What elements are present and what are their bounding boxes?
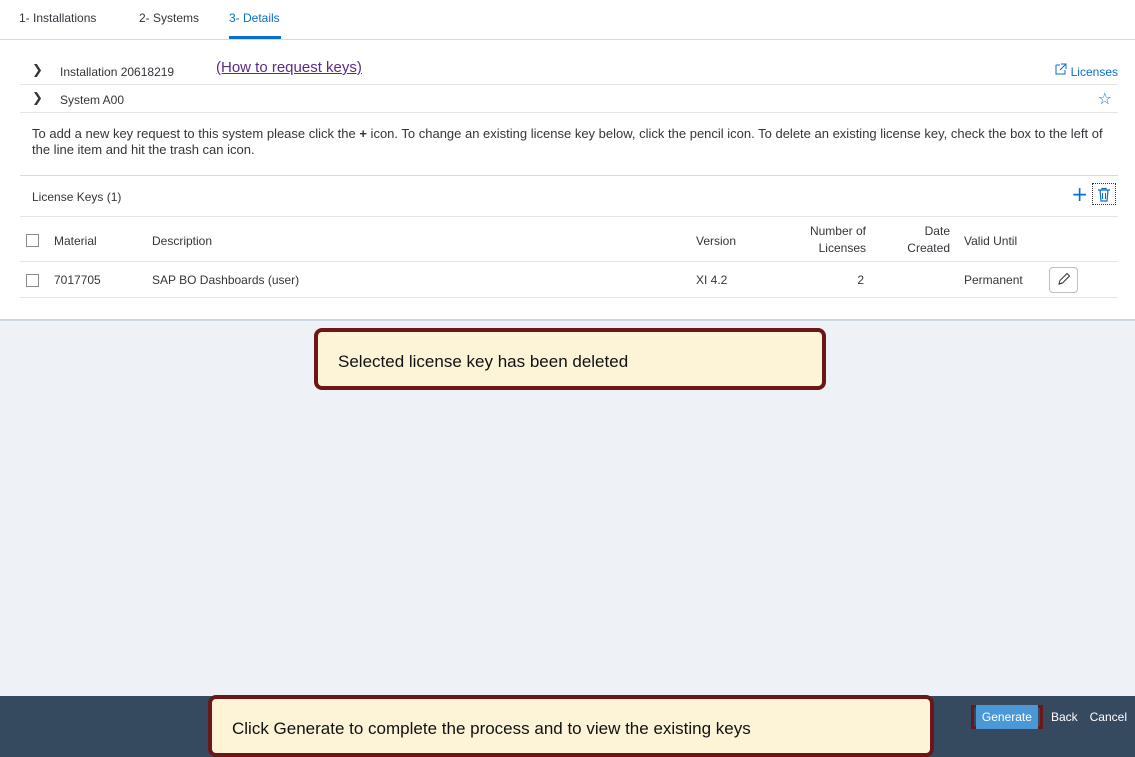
generate-button[interactable]: Generate bbox=[975, 705, 1038, 729]
row-checkbox[interactable] bbox=[26, 274, 39, 287]
external-link-icon bbox=[1054, 63, 1067, 80]
licenses-link-label: Licenses bbox=[1070, 64, 1118, 79]
add-icon[interactable]: + bbox=[1071, 184, 1088, 204]
wizard-tabs: 1- Installations 2- Systems 3- Details bbox=[0, 0, 1135, 40]
footer-actions: Generate Back Cancel bbox=[970, 702, 1135, 732]
column-description: Description bbox=[152, 234, 213, 248]
column-number-of-licenses: Number of Licenses bbox=[810, 223, 866, 257]
instructions-text: To add a new key request to this system … bbox=[32, 126, 1112, 158]
cell-number-of-licenses: 2 bbox=[857, 273, 864, 287]
column-material: Material bbox=[54, 234, 97, 248]
column-number-of-licenses-line2: Licenses bbox=[818, 241, 866, 255]
cell-version: XI 4.2 bbox=[696, 273, 728, 287]
cell-description: SAP BO Dashboards (user) bbox=[152, 273, 300, 287]
star-icon[interactable]: ☆ bbox=[1098, 89, 1112, 108]
license-keys-table: Material Description Version Number of Li… bbox=[20, 218, 1118, 298]
instructions-part1: To add a new key request to this system … bbox=[32, 126, 360, 141]
cell-valid-until: Permanent bbox=[964, 273, 1023, 287]
installation-row[interactable]: ❯ Installation 20618219 (How to request … bbox=[20, 59, 1118, 85]
select-all-checkbox[interactable] bbox=[26, 234, 39, 247]
installation-label: Installation 20618219 bbox=[60, 65, 175, 79]
details-panel: ❯ Installation 20618219 (How to request … bbox=[0, 40, 1135, 319]
system-label: System A00 bbox=[60, 93, 125, 107]
column-date-created-line2: Created bbox=[907, 241, 950, 255]
back-button[interactable]: Back bbox=[1051, 710, 1078, 724]
column-version: Version bbox=[696, 234, 737, 248]
licenses-link[interactable]: Licenses bbox=[1054, 63, 1118, 80]
cancel-button[interactable]: Cancel bbox=[1090, 710, 1127, 724]
column-date-created-line1: Date bbox=[924, 224, 950, 238]
edit-button[interactable] bbox=[1049, 267, 1078, 293]
system-row[interactable]: ❯ System A00 ☆ bbox=[20, 86, 1118, 113]
table-header: Material Description Version Number of Li… bbox=[20, 218, 1118, 262]
column-number-of-licenses-line1: Number of bbox=[809, 224, 866, 238]
column-date-created: Date Created bbox=[907, 223, 950, 257]
active-tab-indicator bbox=[229, 36, 281, 39]
tab-installations[interactable]: 1- Installations bbox=[19, 11, 96, 25]
generate-highlight: Generate bbox=[970, 705, 1043, 729]
license-keys-toolbar: License Keys (1) + bbox=[20, 175, 1118, 217]
how-to-request-keys-link[interactable]: (How to request keys) bbox=[216, 59, 362, 76]
tab-systems[interactable]: 2- Systems bbox=[139, 11, 199, 25]
instructions-plus: + bbox=[359, 126, 367, 141]
trash-icon[interactable] bbox=[1092, 183, 1116, 205]
column-valid-until: Valid Until bbox=[964, 234, 1018, 248]
chevron-right-icon[interactable]: ❯ bbox=[32, 91, 43, 106]
deleted-callout: Selected license key has been deleted bbox=[314, 328, 826, 390]
table-row[interactable]: 7017705 SAP BO Dashboards (user) XI 4.2 … bbox=[20, 262, 1118, 298]
license-keys-title: License Keys (1) bbox=[32, 190, 122, 204]
chevron-right-icon[interactable]: ❯ bbox=[32, 63, 43, 78]
generate-hint-callout: Click Generate to complete the process a… bbox=[208, 695, 934, 757]
cell-material: 7017705 bbox=[54, 273, 101, 287]
pencil-icon bbox=[1057, 272, 1071, 289]
tab-details[interactable]: 3- Details bbox=[229, 11, 280, 25]
generate-hint-callout-text: Click Generate to complete the process a… bbox=[232, 719, 751, 738]
deleted-callout-text: Selected license key has been deleted bbox=[338, 352, 629, 371]
